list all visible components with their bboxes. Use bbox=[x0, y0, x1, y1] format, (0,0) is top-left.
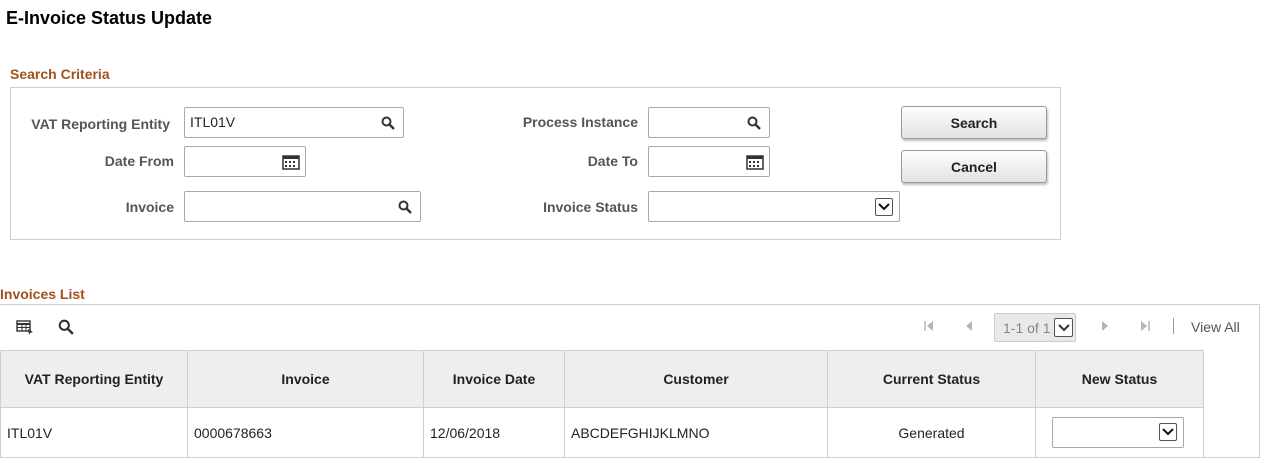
cell-invoice-date: 12/06/2018 bbox=[423, 407, 565, 458]
col-vat-entity: VAT Reporting Entity bbox=[0, 350, 188, 408]
invoice-status-label: Invoice Status bbox=[543, 199, 638, 215]
col-customer: Customer bbox=[564, 350, 828, 408]
first-page-icon[interactable] bbox=[920, 318, 938, 334]
new-status-select[interactable] bbox=[1052, 417, 1184, 448]
col-new-status: New Status bbox=[1035, 350, 1204, 408]
invoices-table: VAT Reporting Entity Invoice Invoice Dat… bbox=[0, 350, 1204, 458]
view-all-link[interactable]: View All bbox=[1191, 319, 1240, 335]
search-button[interactable]: Search bbox=[901, 106, 1047, 139]
process-instance-label: Process Instance bbox=[522, 114, 638, 130]
vat-entity-field[interactable]: ITL01V bbox=[184, 107, 404, 138]
search-icon[interactable] bbox=[379, 114, 397, 132]
pager-select[interactable]: 1-1 of 1 bbox=[994, 313, 1076, 342]
invoice-label: Invoice bbox=[125, 199, 174, 215]
process-instance-field[interactable] bbox=[648, 107, 770, 138]
page-title: E-Invoice Status Update bbox=[6, 8, 213, 28]
cell-invoice: 0000678663 bbox=[187, 407, 424, 458]
col-invoice-date: Invoice Date bbox=[423, 350, 565, 408]
invoice-field[interactable] bbox=[184, 191, 421, 222]
next-page-icon[interactable] bbox=[1096, 318, 1114, 334]
cell-customer: ABCDEFGHIJKLMNO bbox=[564, 407, 828, 458]
pager-divider bbox=[1173, 318, 1174, 334]
invoices-list-title: Invoices List bbox=[0, 286, 85, 302]
date-from-field[interactable] bbox=[184, 146, 306, 177]
cancel-button[interactable]: Cancel bbox=[901, 150, 1047, 183]
calendar-icon[interactable] bbox=[746, 153, 764, 171]
table-header-row: VAT Reporting Entity Invoice Invoice Dat… bbox=[0, 350, 1204, 408]
vat-entity-label: VAT Reporting Entity bbox=[31, 116, 170, 132]
table-row: ITL01V 0000678663 12/06/2018 ABCDEFGHIJK… bbox=[0, 407, 1204, 458]
chevron-down-icon[interactable] bbox=[875, 198, 893, 216]
grid-personalize-icon[interactable] bbox=[16, 319, 34, 340]
cell-current-status: Generated bbox=[827, 407, 1036, 458]
cell-new-status bbox=[1035, 407, 1204, 458]
calendar-icon[interactable] bbox=[282, 153, 300, 171]
previous-page-icon[interactable] bbox=[960, 318, 978, 334]
invoice-status-select[interactable] bbox=[648, 191, 900, 222]
search-icon[interactable] bbox=[745, 114, 763, 132]
pager-text: 1-1 of 1 bbox=[1003, 320, 1051, 336]
date-to-label: Date To bbox=[587, 153, 638, 169]
col-current-status: Current Status bbox=[827, 350, 1036, 408]
cell-vat-entity: ITL01V bbox=[0, 407, 188, 458]
chevron-down-icon[interactable] bbox=[1159, 423, 1177, 441]
last-page-icon[interactable] bbox=[1136, 318, 1154, 334]
search-criteria-title: Search Criteria bbox=[10, 66, 110, 82]
col-invoice: Invoice bbox=[187, 350, 424, 408]
grid-find-icon[interactable] bbox=[58, 319, 74, 340]
chevron-down-icon[interactable] bbox=[1054, 318, 1073, 337]
vat-entity-value: ITL01V bbox=[190, 114, 236, 130]
search-icon[interactable] bbox=[396, 198, 414, 216]
date-from-label: Date From bbox=[104, 153, 174, 169]
date-to-field[interactable] bbox=[648, 146, 770, 177]
